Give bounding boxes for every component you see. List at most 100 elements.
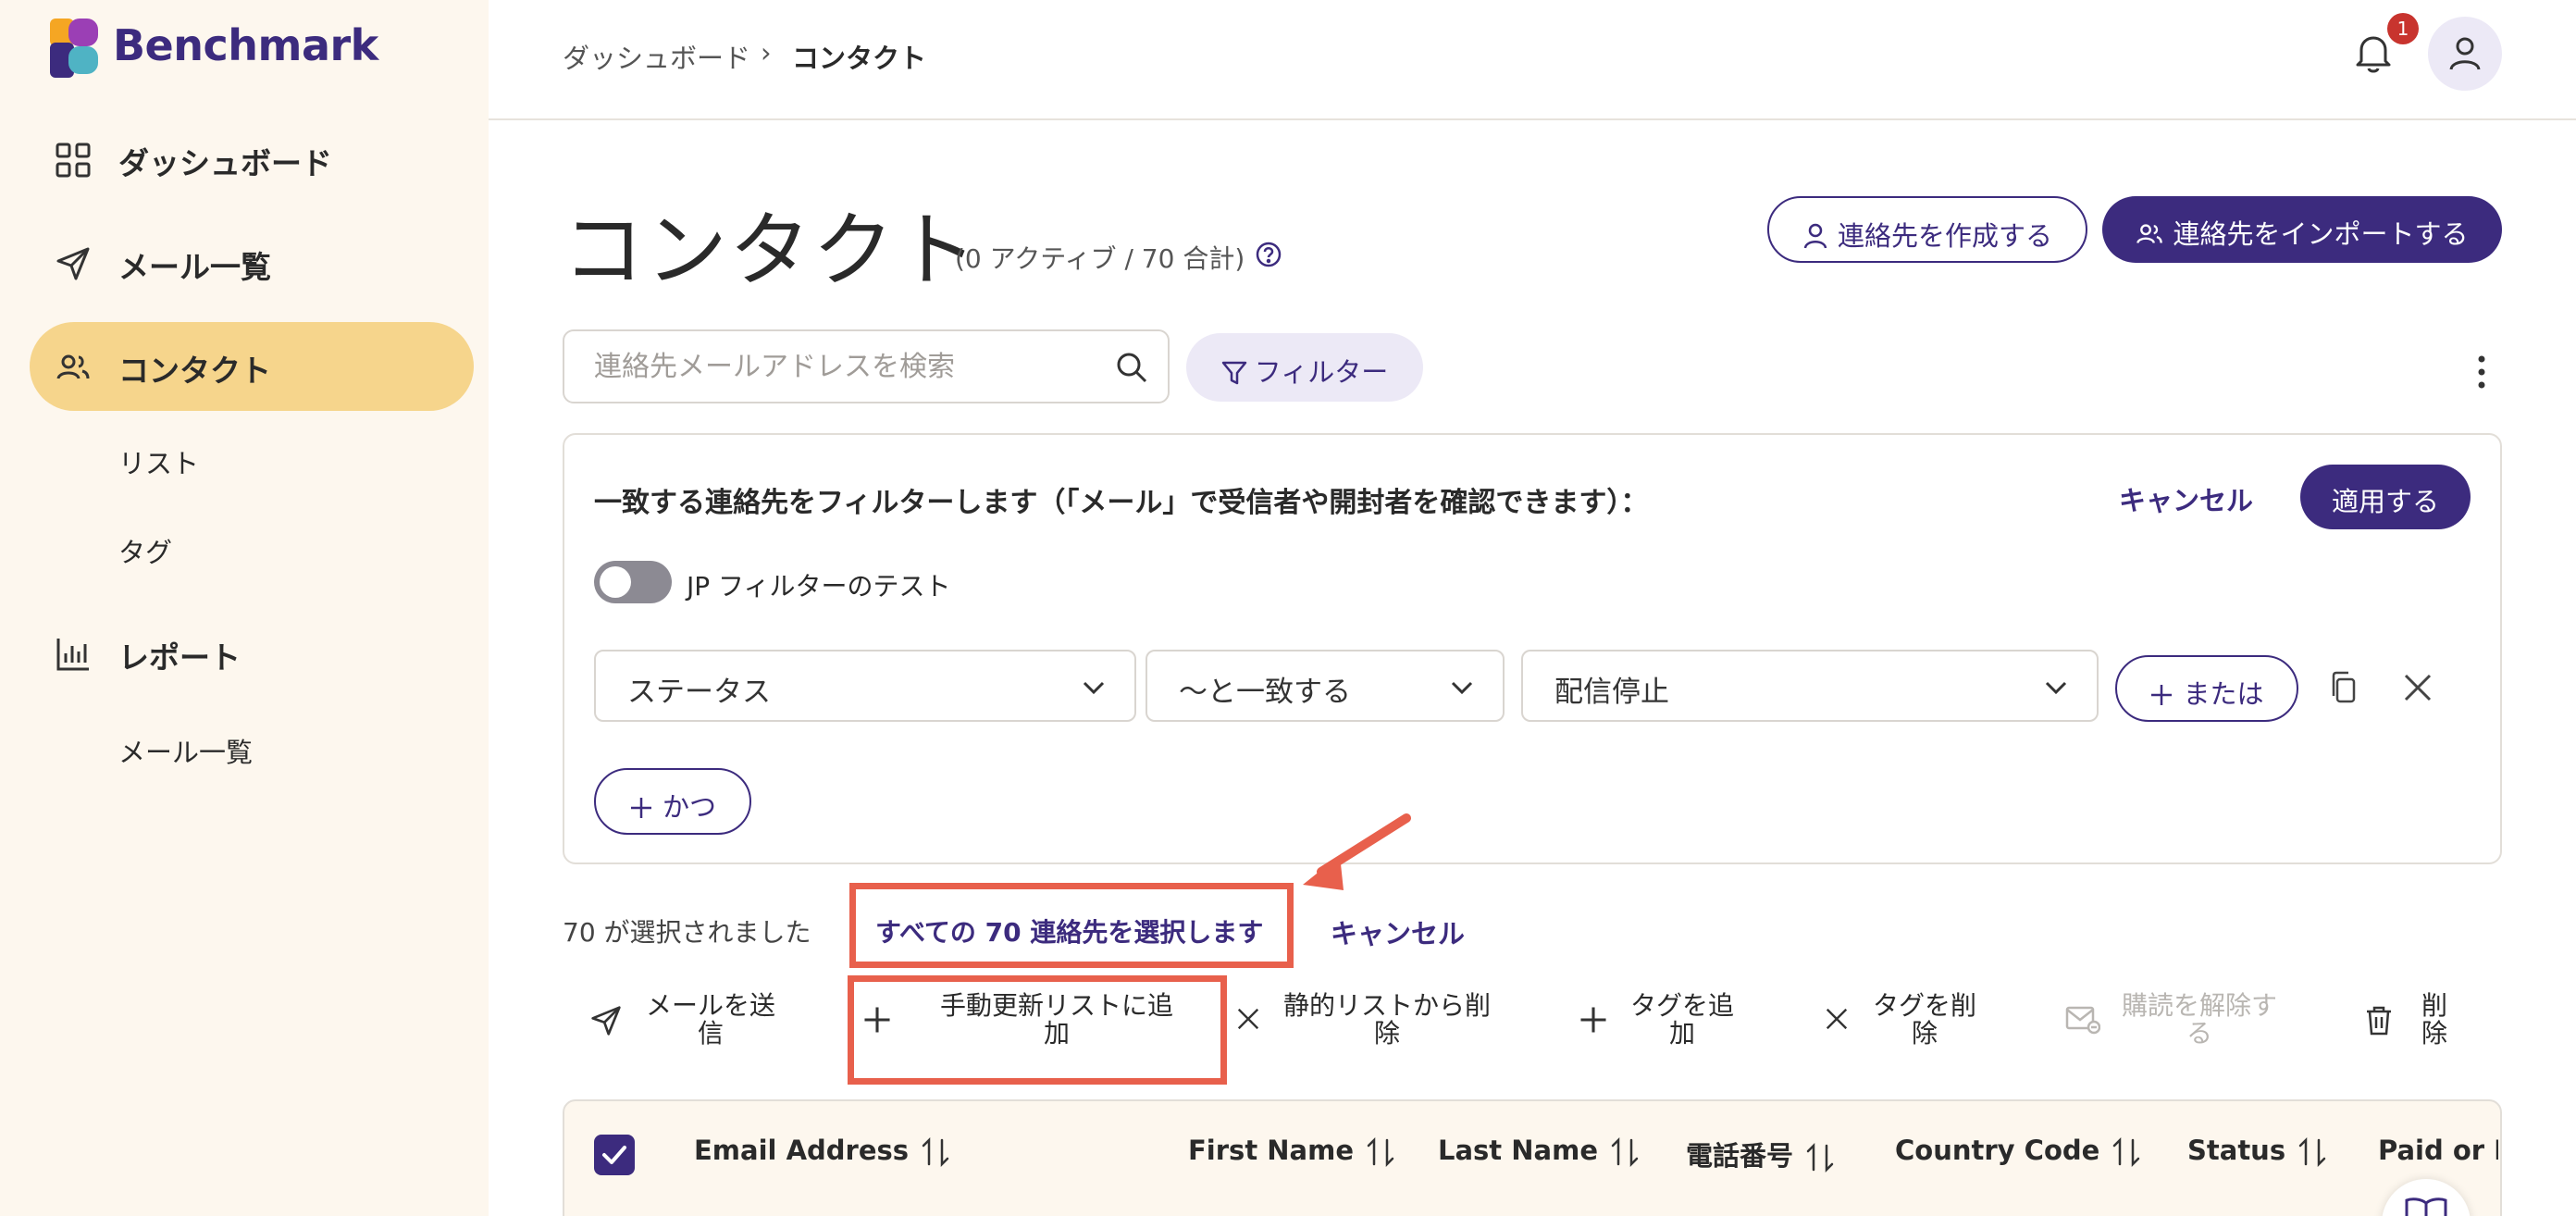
sidebar-item-tags[interactable]: タグ	[118, 531, 172, 570]
filter-description: 一致する連絡先をフィルターします（「メール」で受信者や開封者を確認できます）：	[594, 487, 1649, 519]
bell-icon[interactable]	[2352, 31, 2395, 74]
sidebar-item-label: レポート	[118, 639, 241, 676]
benchmark-logo-icon[interactable]	[50, 19, 102, 78]
action-line: 除	[2421, 1018, 2447, 1048]
action-line: 加	[1043, 1018, 1070, 1048]
jp-filter-toggle[interactable]	[594, 561, 672, 603]
bar-chart-icon	[56, 639, 89, 671]
filter-cancel-button[interactable]: キャンセル	[2119, 479, 2253, 518]
add-and-condition-button[interactable]: かつ	[594, 768, 751, 835]
selected-count: 70 が選択されました	[563, 917, 811, 948]
user-icon	[1803, 223, 1827, 249]
column-country-code[interactable]: Country Code	[1895, 1135, 2142, 1168]
more-options-icon[interactable]	[2471, 354, 2493, 394]
annotation-arrow-icon	[1303, 813, 1411, 890]
or-label: または	[2183, 678, 2264, 710]
operator-select-value: 〜と一致する	[1179, 676, 1351, 709]
sort-icon	[1611, 1136, 1639, 1168]
breadcrumb-current: コンタクト	[792, 43, 927, 74]
action-line: 購読を解除す	[2121, 990, 2277, 1021]
sidebar-item-reports[interactable]: レポート	[30, 609, 474, 698]
sidebar-item-emails[interactable]: メール一覧	[30, 218, 474, 307]
action-line: 除	[1911, 1018, 1938, 1048]
action-line: タグを追	[1629, 990, 1734, 1021]
operator-select[interactable]: 〜と一致する	[1146, 650, 1505, 722]
column-last-name[interactable]: Last Name	[1438, 1135, 1641, 1168]
add-or-condition-button[interactable]: または	[2115, 655, 2298, 722]
breadcrumb-separator: ›	[761, 37, 772, 68]
condition-select-value: 配信停止	[1554, 676, 1669, 709]
filter-label: フィルター	[1254, 356, 1389, 388]
breadcrumb-dashboard[interactable]: ダッシュボード	[563, 37, 750, 76]
plus-icon	[864, 1007, 890, 1033]
send-icon	[591, 1006, 621, 1036]
action-line: る	[2186, 1018, 2212, 1048]
create-contact-button[interactable]: 連絡先を作成する	[1767, 196, 2087, 263]
help-icon[interactable]	[1255, 241, 1282, 268]
action-line: タグを削	[1872, 990, 1976, 1021]
chevron-down-icon	[1451, 681, 1473, 695]
brand-name[interactable]: Benchmark	[113, 20, 378, 70]
plus-icon	[630, 798, 651, 818]
and-label: かつ	[662, 791, 716, 823]
column-paid-or-free[interactable]: Paid or Fr	[2378, 1135, 2498, 1166]
grid-icon	[56, 143, 91, 178]
column-email-address[interactable]: Email Address	[694, 1135, 951, 1168]
column-label: 電話番号	[1686, 1140, 1794, 1172]
import-contacts-button[interactable]: 連絡先をインポートする	[2102, 196, 2502, 263]
selection-cancel-link[interactable]: キャンセル	[1331, 912, 1465, 951]
sidebar-item-label: ダッシュボード	[118, 145, 332, 181]
sort-icon	[1367, 1136, 1394, 1168]
column-label: Paid or Fr	[2378, 1135, 2498, 1166]
sidebar-item-dashboard[interactable]: ダッシュボード	[30, 115, 474, 204]
search-icon[interactable]	[1114, 350, 1149, 385]
mail-unsubscribe-icon	[2065, 1006, 2100, 1035]
sidebar-item-contacts[interactable]: コンタクト	[30, 322, 474, 411]
column-phone[interactable]: 電話番号	[1686, 1135, 1836, 1173]
toggle-label: JP フィルターのテスト	[687, 571, 951, 602]
sidebar-item-report-emails[interactable]: メール一覧	[118, 731, 253, 770]
column-first-name[interactable]: First Name	[1188, 1135, 1396, 1168]
sidebar-item-label: メール一覧	[118, 249, 271, 285]
remove-condition-icon[interactable]	[2400, 670, 2435, 705]
field-select-value: ステータス	[627, 676, 771, 709]
filter-button[interactable]: フィルター	[1186, 333, 1423, 402]
chevron-down-icon	[2045, 681, 2067, 695]
sidebar-item-label: コンタクト	[118, 353, 271, 389]
notification-badge: 1	[2387, 13, 2419, 44]
toggle-knob	[600, 566, 631, 598]
contact-count-summary: (0 アクティブ / 70 合計)	[955, 243, 1245, 274]
check-icon	[602, 1146, 626, 1164]
column-label: Last Name	[1438, 1135, 1598, 1166]
sort-icon	[922, 1136, 949, 1168]
user-icon	[2449, 37, 2481, 70]
column-status[interactable]: Status	[2187, 1135, 2328, 1168]
search-input[interactable]	[594, 346, 1094, 387]
filter-icon	[1221, 361, 1247, 385]
sort-icon	[1806, 1142, 1834, 1173]
select-all-checkbox[interactable]	[594, 1135, 635, 1175]
select-all-link[interactable]: すべての 70 連絡先を選択します	[875, 912, 1263, 949]
sort-icon	[2113, 1136, 2140, 1168]
copy-icon[interactable]	[2328, 670, 2361, 707]
sidebar-item-lists[interactable]: リスト	[118, 442, 199, 481]
column-label: Country Code	[1895, 1135, 2100, 1166]
book-icon	[2405, 1197, 2447, 1216]
plus-icon	[2151, 685, 2173, 705]
action-line: 削	[2421, 990, 2447, 1021]
avatar[interactable]	[2428, 17, 2502, 91]
action-line: 加	[1668, 1018, 1695, 1048]
x-icon	[1237, 1008, 1259, 1030]
sort-icon	[2298, 1136, 2326, 1168]
page-title: コンタクト	[563, 203, 980, 298]
action-line: 静的リストから削	[1282, 990, 1491, 1021]
filter-apply-button[interactable]: 適用する	[2300, 465, 2471, 529]
filter-apply-label: 適用する	[2331, 486, 2439, 517]
condition-select[interactable]: 配信停止	[1521, 650, 2099, 722]
field-select[interactable]: ステータス	[594, 650, 1136, 722]
chevron-down-icon	[1083, 681, 1105, 695]
column-label: First Name	[1188, 1135, 1354, 1166]
action-line: 除	[1373, 1018, 1400, 1048]
users-icon	[56, 354, 90, 379]
search-box	[563, 329, 1170, 403]
